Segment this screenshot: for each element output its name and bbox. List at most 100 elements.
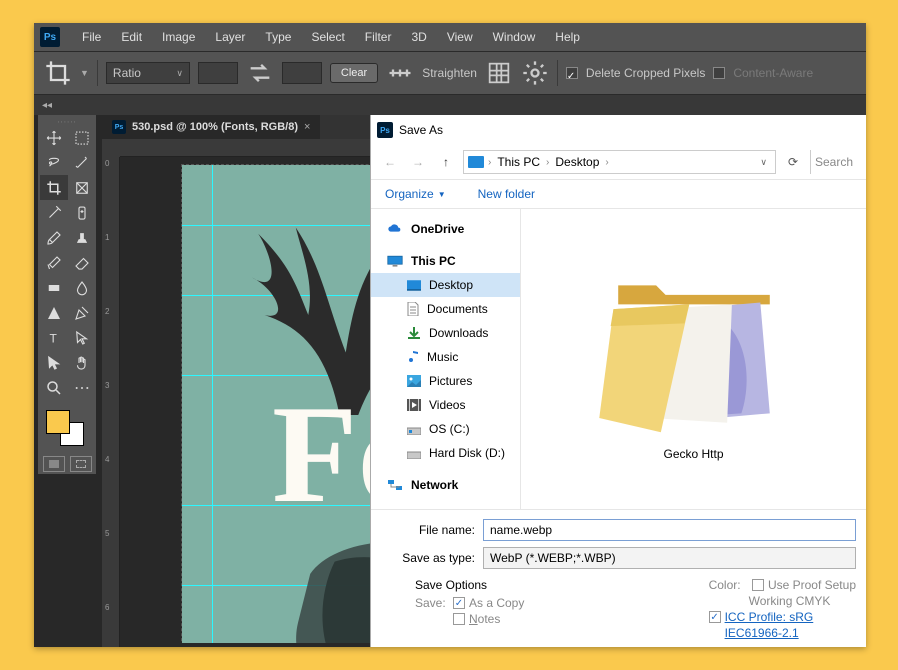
tab-close-icon[interactable]: ×: [304, 121, 310, 133]
chevron-down-icon[interactable]: ∨: [760, 157, 771, 168]
edit-mode-mask[interactable]: [70, 456, 92, 472]
tree-videos[interactable]: Videos: [371, 393, 520, 417]
foreground-color-swatch[interactable]: [46, 410, 70, 434]
options-bar: ▼ Ratio ∨ Clear Straighten Delete Croppe…: [34, 51, 866, 95]
proof-checkbox[interactable]: [752, 579, 764, 591]
brush-tool[interactable]: [40, 225, 68, 250]
tree-desktop[interactable]: Desktop: [371, 273, 520, 297]
path-select-tool[interactable]: [68, 325, 96, 350]
menu-image[interactable]: Image: [152, 30, 205, 44]
workspace: ∙∙∙∙∙∙ T: [34, 115, 866, 647]
icc-profile-checkbox[interactable]: ✓: [709, 611, 721, 623]
menu-help[interactable]: Help: [545, 30, 590, 44]
color-label: Color:: [709, 578, 741, 592]
nav-up-button[interactable]: ↑: [435, 151, 457, 173]
dialog-titlebar[interactable]: Ps Save As: [371, 115, 866, 145]
chevron-right-icon: ›: [603, 157, 610, 168]
clone-stamp-tool[interactable]: [68, 225, 96, 250]
tree-downloads[interactable]: Downloads: [371, 321, 520, 345]
menu-select[interactable]: Select: [301, 30, 354, 44]
rectangle-tool[interactable]: [40, 350, 68, 375]
more-tools[interactable]: ⋯: [68, 375, 96, 400]
dialog-title: Save As: [399, 123, 443, 137]
frame-tool[interactable]: [68, 175, 96, 200]
crop-height-input[interactable]: [282, 62, 322, 84]
nav-back-button[interactable]: ←: [379, 151, 401, 173]
history-brush-tool[interactable]: [40, 250, 68, 275]
tree-music[interactable]: Music: [371, 345, 520, 369]
menu-edit[interactable]: Edit: [111, 30, 152, 44]
clear-button[interactable]: Clear: [330, 63, 378, 83]
folder-label[interactable]: Gecko Http: [663, 447, 723, 461]
organize-dropdown[interactable]: Organize ▼: [385, 187, 446, 201]
dialog-toolbar: Organize ▼ New folder: [371, 179, 866, 209]
file-view[interactable]: Gecko Http: [521, 209, 866, 509]
tree-hard-d[interactable]: Hard Disk (D:): [371, 441, 520, 465]
as-copy-checkbox[interactable]: ✓: [453, 597, 465, 609]
crop-width-input[interactable]: [198, 62, 238, 84]
tree-documents[interactable]: Documents: [371, 297, 520, 321]
gradient-tool[interactable]: [40, 275, 68, 300]
lasso-tool[interactable]: [40, 150, 68, 175]
content-aware-label: Content-Aware: [733, 66, 813, 80]
menu-layer[interactable]: Layer: [205, 30, 255, 44]
breadcrumb-bar[interactable]: › This PC › Desktop › ∨: [463, 150, 776, 174]
tree-onedrive[interactable]: OneDrive: [371, 217, 520, 241]
hand-tool[interactable]: [68, 350, 96, 375]
panel-collapse-strip[interactable]: ◂◂: [34, 95, 866, 115]
marquee-tool[interactable]: [68, 125, 96, 150]
breadcrumb-desktop[interactable]: Desktop: [553, 155, 601, 169]
dodge-tool[interactable]: [40, 300, 68, 325]
tree-os-c[interactable]: OS (C:): [371, 417, 520, 441]
menu-window[interactable]: Window: [483, 30, 546, 44]
panel-grip-icon[interactable]: ∙∙∙∙∙∙: [40, 117, 94, 125]
ps-file-icon: Ps: [112, 120, 126, 134]
eyedropper-tool[interactable]: [40, 200, 68, 225]
overlay-grid-icon[interactable]: [485, 59, 513, 87]
menu-3d[interactable]: 3D: [401, 30, 436, 44]
straighten-icon[interactable]: [386, 59, 414, 87]
delete-cropped-checkbox[interactable]: [566, 67, 578, 79]
content-aware-checkbox[interactable]: [713, 67, 725, 79]
icc-profile-link[interactable]: ICC Profile: sRG: [725, 610, 814, 624]
notes-checkbox[interactable]: [453, 613, 465, 625]
swap-icon[interactable]: [246, 59, 274, 87]
save-type-select[interactable]: WebP (*.WEBP;*.WBP): [483, 547, 856, 569]
breadcrumb-thispc[interactable]: This PC: [495, 155, 542, 169]
zoom-tool[interactable]: [40, 375, 68, 400]
settings-gear-icon[interactable]: [521, 59, 549, 87]
blur-tool[interactable]: [68, 275, 96, 300]
edit-mode-standard[interactable]: [43, 456, 65, 472]
menu-type[interactable]: Type: [255, 30, 301, 44]
refresh-button[interactable]: ⟳: [782, 151, 804, 173]
new-folder-button[interactable]: New folder: [478, 187, 535, 201]
menu-view[interactable]: View: [437, 30, 483, 44]
folder-tree: OneDrive This PC Desktop Documents: [371, 209, 521, 509]
color-swatches[interactable]: [40, 410, 94, 448]
document-tab-title: 530.psd @ 100% (Fonts, RGB/8): [132, 121, 298, 133]
vertical-ruler[interactable]: 0 1 2 3 4 5 6: [102, 157, 120, 647]
menu-file[interactable]: File: [72, 30, 111, 44]
ratio-select[interactable]: Ratio ∨: [106, 62, 190, 84]
document-tab[interactable]: Ps 530.psd @ 100% (Fonts, RGB/8) ×: [102, 115, 320, 139]
tree-network[interactable]: Network: [371, 473, 520, 497]
app-window: Ps File Edit Image Layer Type Select Fil…: [34, 23, 866, 647]
filename-label: File name:: [381, 523, 483, 537]
type-tool[interactable]: T: [40, 325, 68, 350]
filename-input[interactable]: name.webp: [483, 519, 856, 541]
healing-brush-tool[interactable]: [68, 200, 96, 225]
search-input[interactable]: Search: [810, 150, 858, 174]
tree-pictures[interactable]: Pictures: [371, 369, 520, 393]
eraser-tool[interactable]: [68, 250, 96, 275]
magic-wand-tool[interactable]: [68, 150, 96, 175]
pen-tool[interactable]: [68, 300, 96, 325]
save-as-dialog: Ps Save As ← → ↑ › This PC › Desktop › ∨…: [370, 115, 866, 647]
crop-tool[interactable]: [40, 175, 68, 200]
menu-filter[interactable]: Filter: [355, 30, 402, 44]
crop-tool-icon[interactable]: [44, 59, 72, 87]
tree-thispc[interactable]: This PC: [371, 249, 520, 273]
straighten-label: Straighten: [422, 66, 477, 80]
folder-icon[interactable]: [589, 257, 799, 437]
move-tool[interactable]: [40, 125, 68, 150]
nav-forward-button[interactable]: →: [407, 151, 429, 173]
